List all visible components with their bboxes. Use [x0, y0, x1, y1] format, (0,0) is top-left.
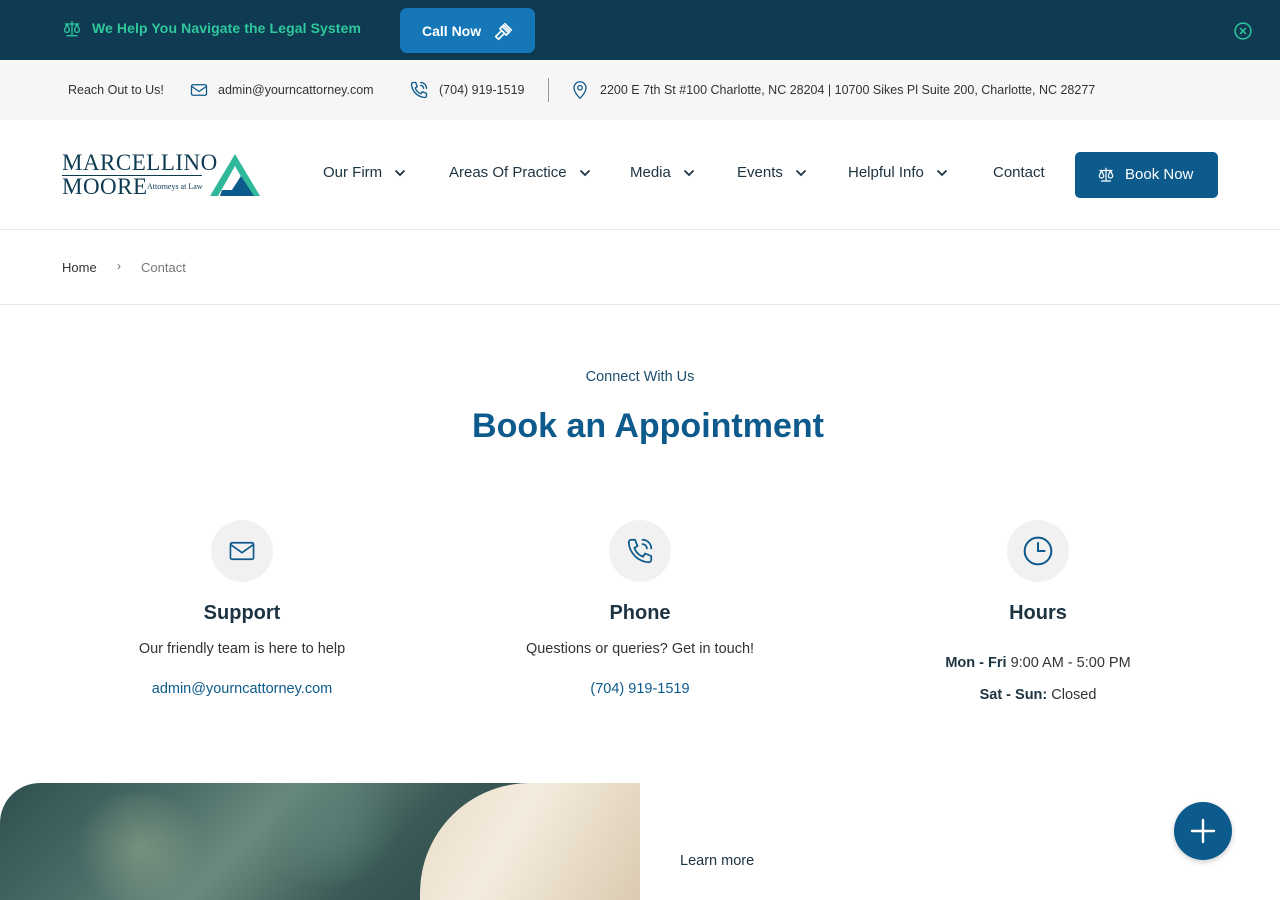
weekday-label: Mon - Fri [945, 655, 1007, 671]
nav-media-label: Media [630, 164, 671, 181]
support-email-link[interactable]: admin@yourncattorney.com [42, 681, 442, 697]
nav-events[interactable]: Events [737, 164, 807, 181]
chevron-down-icon [395, 169, 406, 176]
nav-contact[interactable]: Contact [993, 164, 1045, 181]
close-icon[interactable] [1233, 21, 1253, 41]
nav-our-firm-label: Our Firm [323, 164, 383, 181]
nav-events-label: Events [737, 164, 783, 181]
chevron-down-icon [579, 169, 590, 176]
header-email-link[interactable]: admin@yourncattorney.com [218, 83, 374, 97]
breadcrumb-home[interactable]: Home [62, 260, 97, 275]
section-title: Book an Appointment [472, 407, 824, 445]
nav-areas-label: Areas Of Practice [449, 164, 567, 181]
office-addresses: 2200 E 7th St #100 Charlotte, NC 28204 |… [600, 83, 1096, 97]
floating-action-button[interactable] [1174, 802, 1232, 860]
nav-areas-of-practice[interactable]: Areas Of Practice [449, 164, 591, 181]
hours-title: Hours [1009, 602, 1067, 624]
gavel-icon [494, 22, 513, 41]
weekday-hours: 9:00 AM - 5:00 PM [1010, 655, 1131, 671]
book-now-label: Book Now [1125, 166, 1194, 183]
scales-icon [63, 20, 81, 37]
weekend-label: Sat - Sun: [979, 687, 1048, 703]
section-eyebrow: Connect With Us [585, 369, 695, 385]
nav-helpful-info[interactable]: Helpful Info [848, 164, 948, 181]
hours-weekend: Sat - Sun: Closed [838, 687, 1238, 703]
location-pin-icon [573, 81, 587, 99]
divider [548, 78, 549, 102]
call-now-label: Call Now [422, 22, 482, 39]
breadcrumb: Home › Contact [0, 230, 1280, 305]
banner-tagline: We Help You Navigate the Legal System [92, 20, 362, 36]
top-banner: We Help You Navigate the Legal System Ca… [0, 0, 1280, 60]
contact-info-bar: Reach Out to Us! admin@yourncattorney.co… [0, 60, 1280, 120]
photo-bokeh [70, 793, 210, 900]
phone-icon [410, 81, 428, 99]
chevron-down-icon [936, 169, 948, 176]
hours-weekday: Mon - Fri 9:00 AM - 5:00 PM [838, 655, 1238, 671]
hero-photo [0, 783, 640, 900]
logo-line1: MARCELLINO [62, 150, 218, 175]
photo-subject [420, 783, 640, 900]
breadcrumb-separator: › [117, 259, 121, 273]
logo-mark-icon [210, 154, 260, 196]
nav-our-firm[interactable]: Our Firm [323, 164, 406, 181]
chevron-down-icon [795, 169, 806, 176]
mail-icon [190, 84, 208, 96]
nav-media[interactable]: Media [630, 164, 695, 181]
logo-subtitle: Attorneys at Law [147, 182, 203, 191]
book-now-button[interactable]: Book Now [1075, 152, 1218, 198]
support-title: Support [203, 602, 281, 624]
firm-logo[interactable]: MARCELLINO MOORE Attorneys at Law [62, 150, 262, 199]
logo-line2: MOORE [62, 174, 148, 199]
phone-description: Questions or queries? Get in touch! [525, 641, 755, 657]
support-icon-circle [211, 520, 273, 582]
site-header: MARCELLINO MOORE Attorneys at Law Our Fi… [0, 120, 1280, 230]
weekend-hours: Closed [1051, 687, 1097, 703]
cut-off-heading [680, 889, 850, 900]
support-description: Our friendly team is here to help [138, 641, 346, 657]
plus-icon [1190, 818, 1216, 844]
phone-title: Phone [609, 602, 671, 624]
nav-contact-label: Contact [993, 164, 1045, 181]
clock-icon [1023, 536, 1053, 566]
scales-icon [1098, 167, 1114, 182]
phone-icon-circle [609, 520, 671, 582]
photo-bokeh [250, 783, 410, 883]
phone-icon [627, 538, 653, 564]
hours-icon-circle [1007, 520, 1069, 582]
breadcrumb-current: Contact [141, 260, 186, 275]
mail-icon [229, 541, 255, 561]
call-now-button[interactable]: Call Now [400, 8, 535, 53]
phone-number-link[interactable]: (704) 919-1519 [440, 681, 840, 697]
nav-helpful-info-label: Helpful Info [848, 164, 924, 181]
reach-out-label: Reach Out to Us! [68, 83, 164, 97]
header-phone-link[interactable]: (704) 919-1519 [439, 83, 524, 97]
chevron-down-icon [683, 169, 694, 176]
learn-more-label: Learn more [680, 853, 755, 869]
